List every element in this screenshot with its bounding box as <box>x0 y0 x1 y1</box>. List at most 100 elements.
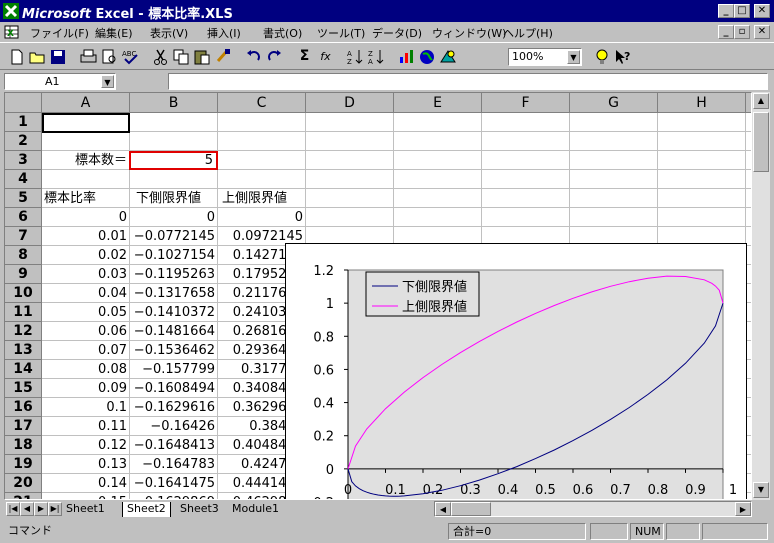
row-header-3[interactable]: 3 <box>5 151 42 170</box>
cell-b20[interactable]: −0.1641475 <box>130 474 218 493</box>
row-header-6[interactable]: 6 <box>5 208 42 227</box>
map-icon[interactable] <box>417 47 438 66</box>
horizontal-scroll-thumb[interactable] <box>451 502 491 516</box>
tab-sheet3[interactable]: Sheet3 <box>180 502 219 517</box>
row-header-4[interactable]: 4 <box>5 170 42 189</box>
new-icon[interactable] <box>6 47 27 66</box>
row-header-21[interactable]: 21 <box>5 493 42 499</box>
tab-sheet1[interactable]: Sheet1 <box>66 502 105 517</box>
menu-tools[interactable]: ツール(T) <box>317 25 365 41</box>
menu-insert[interactable]: 挿入(I) <box>207 25 241 41</box>
copy-icon[interactable] <box>171 47 192 66</box>
paste-icon[interactable] <box>192 47 213 66</box>
last-sheet-icon[interactable]: ▶| <box>48 502 62 516</box>
cell-b18[interactable]: −0.1648413 <box>130 436 218 455</box>
help-pointer-icon[interactable]: ? <box>613 47 634 66</box>
tab-sheet2-active[interactable]: Sheet2 <box>122 502 171 517</box>
cell-b11[interactable]: −0.1410372 <box>130 303 218 322</box>
select-all-corner[interactable] <box>5 93 42 113</box>
row-header-7[interactable]: 7 <box>5 227 42 246</box>
cell-a8[interactable]: 0.02 <box>42 246 130 265</box>
zoom-select[interactable]: 100% ▼ <box>508 48 582 66</box>
prev-sheet-icon[interactable]: ◀ <box>20 502 34 516</box>
cell-b21[interactable]: −0.1629869 <box>130 493 218 499</box>
next-sheet-icon[interactable]: ▶ <box>34 502 48 516</box>
horizontal-scrollbar[interactable]: ◀ ▶ <box>434 501 752 517</box>
spelling-icon[interactable]: ABC <box>120 47 141 66</box>
cell-b14[interactable]: −0.157799 <box>130 360 218 379</box>
tab-module1[interactable]: Module1 <box>232 502 279 517</box>
excel-logo-icon[interactable] <box>3 3 19 19</box>
formula-input[interactable] <box>168 73 768 90</box>
row-header-19[interactable]: 19 <box>5 455 42 474</box>
row-header-8[interactable]: 8 <box>5 246 42 265</box>
menu-help[interactable]: ヘルプ(H) <box>503 25 553 41</box>
scroll-right-icon[interactable]: ▶ <box>735 502 751 516</box>
menu-data[interactable]: データ(D) <box>372 25 422 41</box>
row-header-14[interactable]: 14 <box>5 360 42 379</box>
drawing-icon[interactable] <box>438 47 459 66</box>
cell-c6[interactable]: 0 <box>218 208 306 227</box>
menu-file[interactable]: ファイル(F) <box>30 25 89 41</box>
menu-edit[interactable]: 編集(E) <box>95 25 133 41</box>
scroll-down-icon[interactable]: ▼ <box>753 482 769 498</box>
redo-icon[interactable] <box>264 47 285 66</box>
vertical-scrollbar[interactable]: ▲ ▼ <box>752 92 770 500</box>
cell-b12[interactable]: −0.1481664 <box>130 322 218 341</box>
cell-a6[interactable]: 0 <box>42 208 130 227</box>
doc-close-button[interactable]: ✕ <box>754 25 770 39</box>
workbook-icon[interactable]: X <box>4 24 20 40</box>
sort-descending-icon[interactable]: ZA <box>366 47 387 66</box>
autosum-button[interactable]: Σ <box>294 47 315 66</box>
vertical-scroll-thumb[interactable] <box>753 112 769 172</box>
menu-window[interactable]: ウィンドウ(W) <box>432 25 506 41</box>
cut-icon[interactable] <box>150 47 171 66</box>
print-preview-icon[interactable] <box>99 47 120 66</box>
cell-c5[interactable]: 上側限界値 <box>222 189 305 208</box>
doc-minimize-button[interactable]: _ <box>718 25 734 39</box>
column-header-f[interactable]: F <box>482 93 570 113</box>
cell-a16[interactable]: 0.1 <box>42 398 130 417</box>
tip-wizard-icon[interactable] <box>592 47 613 66</box>
format-painter-icon[interactable] <box>213 47 234 66</box>
row-header-17[interactable]: 17 <box>5 417 42 436</box>
cell-b19[interactable]: −0.164783 <box>130 455 218 474</box>
name-box[interactable]: A1 ▼ <box>4 73 116 90</box>
function-wizard-button[interactable]: fx <box>315 47 336 66</box>
sort-ascending-icon[interactable]: AZ <box>345 47 366 66</box>
row-header-10[interactable]: 10 <box>5 284 42 303</box>
cell-b3-sample-size[interactable]: 5 <box>129 151 218 170</box>
first-sheet-icon[interactable]: |◀ <box>6 502 20 516</box>
save-icon[interactable] <box>48 47 69 66</box>
column-header-b[interactable]: B <box>130 93 218 113</box>
minimize-button[interactable]: _ <box>718 4 734 18</box>
column-header-e[interactable]: E <box>394 93 482 113</box>
undo-icon[interactable] <box>243 47 264 66</box>
row-header-9[interactable]: 9 <box>5 265 42 284</box>
cell-b15[interactable]: −0.1608494 <box>130 379 218 398</box>
cell-a14[interactable]: 0.08 <box>42 360 130 379</box>
row-header-1[interactable]: 1 <box>5 113 42 132</box>
cell-a12[interactable]: 0.06 <box>42 322 130 341</box>
close-button[interactable]: ✕ <box>754 4 770 18</box>
cell-a5[interactable]: 標本比率 <box>44 189 130 208</box>
open-icon[interactable] <box>27 47 48 66</box>
row-header-2[interactable]: 2 <box>5 132 42 151</box>
column-header-h[interactable]: H <box>658 93 746 113</box>
cell-a13[interactable]: 0.07 <box>42 341 130 360</box>
row-header-12[interactable]: 12 <box>5 322 42 341</box>
row-header-18[interactable]: 18 <box>5 436 42 455</box>
cell-b6[interactable]: 0 <box>130 208 218 227</box>
column-header-g[interactable]: G <box>570 93 658 113</box>
cell-a18[interactable]: 0.12 <box>42 436 130 455</box>
cell-b5[interactable]: 下側限界値 <box>136 189 218 208</box>
scroll-left-icon[interactable]: ◀ <box>435 502 451 516</box>
cell-b17[interactable]: −0.16426 <box>130 417 218 436</box>
cell-a17[interactable]: 0.11 <box>42 417 130 436</box>
cell-a15[interactable]: 0.09 <box>42 379 130 398</box>
row-header-15[interactable]: 15 <box>5 379 42 398</box>
maximize-button[interactable]: □ <box>734 4 750 18</box>
cell-a3[interactable]: 標本数＝ <box>42 151 130 170</box>
cell-b16[interactable]: −0.1629616 <box>130 398 218 417</box>
cell-a10[interactable]: 0.04 <box>42 284 130 303</box>
